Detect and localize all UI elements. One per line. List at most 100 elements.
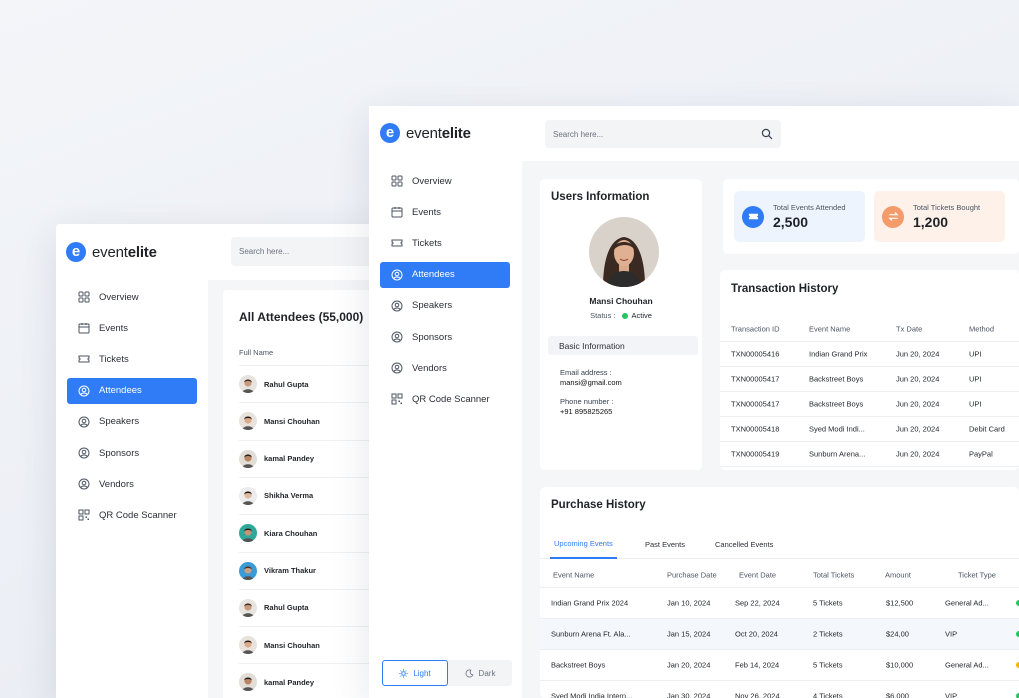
table-cell: Jan 30, 2024 [667, 691, 711, 698]
table-row[interactable]: Syed Modi India Intern... Jan 30, 2024 Nov… [540, 681, 1019, 698]
sidebar-item-overview[interactable]: Overview [380, 168, 510, 194]
column-header[interactable]: Transaction ID [731, 324, 780, 333]
sidebar-item-label: QR Code Scanner [412, 393, 490, 405]
table-cell: UPI [969, 399, 982, 409]
attendee-name: Shikha Verma [264, 491, 314, 501]
sidebar-item-vendors[interactable]: Vendors [380, 355, 510, 381]
table-cell: $10,000 [886, 660, 914, 670]
moon-icon [465, 668, 474, 677]
search-input[interactable]: Search here... [545, 120, 781, 148]
sidebar-item-sponsors[interactable]: Sponsors [380, 324, 510, 350]
user-icon [391, 269, 403, 281]
sidebar-item-label: Vendors [412, 362, 447, 374]
user-avatar [589, 217, 659, 287]
table-row[interactable]: TXN00005419 Sunburn Arena... Jun 20, 2024 P… [720, 442, 1019, 467]
search-icon[interactable] [761, 128, 773, 140]
sidebar-item-attendees[interactable]: Attendees [67, 377, 197, 404]
table-cell: UPI [969, 374, 982, 384]
column-header[interactable]: Amount [885, 570, 911, 579]
attendees-title: All Attendees (55,000) [239, 310, 364, 324]
table-row[interactable]: TXN00005418 Syed Modi Indi... Jun 20, 2024… [720, 417, 1019, 442]
table-row[interactable]: Indian Grand Prix 2024 Jan 10, 2024 Sep 22… [540, 588, 1019, 619]
sidebar-item-label: Sponsors [99, 447, 140, 459]
sidebar-item-attendees[interactable]: Attendees [380, 261, 510, 288]
theme-light-button[interactable]: Light [382, 660, 448, 686]
sidebar-item-sponsors[interactable]: Sponsors [67, 440, 197, 466]
column-header[interactable]: Event Name [553, 570, 594, 579]
status-dot [621, 312, 628, 319]
table-row[interactable]: Sunburn Arena Ft. Ala... Jan 15, 2024 Oct … [540, 619, 1019, 650]
attendee-name: Rahul Gupta [264, 603, 309, 613]
table-row[interactable]: TXN00005417 Backstreet Boys Jun 20, 2024 UP… [720, 392, 1019, 417]
table-cell: Indian Grand Prix 2024 [551, 598, 629, 608]
tab-upcoming-events[interactable]: Upcoming Events [550, 530, 617, 559]
table-cell: Indian Grand Prix [809, 349, 868, 359]
user-info-title: Users Information [551, 191, 650, 203]
table-row[interactable]: TXN00005416 Indian Grand Prix Jun 20, 2024… [720, 342, 1019, 367]
logo[interactable]: e eventelite [380, 123, 471, 143]
purchase-history-title: Purchase History [551, 499, 646, 511]
sidebar-item-qr-code-scanner[interactable]: QR Code Scanner [67, 502, 197, 528]
sidebar-item-tickets[interactable]: Tickets [380, 230, 510, 256]
table-cell: Syed Modi Indi... [809, 424, 865, 434]
ticket-icon [742, 205, 764, 228]
theme-light-label: Light [413, 668, 431, 678]
table-cell: TXN00005419 [731, 449, 780, 459]
column-header[interactable]: Tx Date [896, 324, 922, 333]
stat-tickets-bought: Total Tickets Bought 1,200 [874, 191, 1005, 242]
sidebar-item-tickets[interactable]: Tickets [67, 346, 197, 372]
table-cell: Sunburn Arena Ft. Ala... [551, 629, 631, 639]
table-cell: Jun 20, 2024 [896, 349, 940, 359]
sidebar-item-vendors[interactable]: Vendors [67, 471, 197, 497]
transaction-history-card: Transaction History Transaction ID Event … [720, 270, 1019, 470]
sidebar-item-label: QR Code Scanner [99, 509, 177, 521]
tab-past-events[interactable]: Past Events [645, 530, 685, 559]
foreground-window: e eventelite Search here... Light Dark O… [369, 106, 1019, 698]
user-status: Status : Active [540, 311, 702, 320]
column-header[interactable]: Ticket Type [958, 570, 996, 579]
column-header[interactable]: Event Date [739, 570, 776, 579]
status-label: Status : [590, 311, 616, 320]
table-cell: General Ad... [945, 660, 989, 670]
purchase-tabs: Upcoming Events Past Events Cancelled Even… [540, 530, 1019, 559]
status-badge: Active [621, 311, 652, 320]
table-cell: Debit Card [969, 424, 1005, 434]
theme-dark-button[interactable]: Dark [448, 660, 512, 686]
stats-card: Total Events Attended 2,500 Total Ticket… [723, 179, 1019, 254]
column-header[interactable]: Total Tickets [813, 570, 854, 579]
purchase-table-header: Event Name Purchase Date Event Date Total T… [540, 562, 1019, 588]
column-header[interactable]: Method [969, 324, 994, 333]
tab-cancelled-events[interactable]: Cancelled Events [715, 530, 773, 559]
sidebar-item-events[interactable]: Events [67, 315, 197, 341]
theme-toggle[interactable]: Light Dark [382, 660, 512, 686]
logo-mark: e [380, 123, 400, 143]
basic-info-header[interactable]: Basic Information [548, 336, 698, 355]
logo-text: eventelite [92, 243, 157, 261]
table-row[interactable]: Backstreet Boys Jan 20, 2024 Feb 14, 2024 5… [540, 650, 1019, 681]
user-icon [78, 478, 90, 490]
table-row[interactable]: TXN00005417 Backstreet Boys Jun 20, 2024 UP… [720, 367, 1019, 392]
avatar [239, 524, 257, 543]
search-input[interactable]: Search here... [231, 237, 391, 266]
table-cell: 4 Tickets [813, 691, 843, 698]
sidebar-item-qr-code-scanner[interactable]: QR Code Scanner [380, 386, 510, 412]
column-header[interactable]: Event Name [809, 324, 850, 333]
table-cell: Sep 22, 2024 [735, 598, 780, 608]
sidebar-item-label: Overview [412, 175, 452, 187]
purchase-history-card: Purchase History Upcoming Events Past Eve… [540, 487, 1019, 698]
attendee-name: Kiara Chouhan [264, 528, 318, 538]
calendar-icon [78, 322, 90, 334]
stat-value: 1,200 [913, 214, 949, 230]
sidebar-item-speakers[interactable]: Speakers [380, 293, 510, 319]
sidebar-item-events[interactable]: Events [380, 199, 510, 225]
sidebar-item-overview[interactable]: Overview [67, 284, 197, 310]
column-header[interactable]: Purchase Date [667, 570, 717, 579]
table-cell: Jan 20, 2024 [667, 660, 711, 670]
table-cell: 5 Tickets [813, 598, 843, 608]
stat-events-attended: Total Events Attended 2,500 [734, 191, 865, 242]
phone-label: Phone number : [560, 397, 614, 406]
table-cell: Jun 20, 2024 [896, 374, 940, 384]
column-header-full-name[interactable]: Full Name [239, 348, 273, 357]
logo[interactable]: e eventelite [66, 242, 157, 262]
sidebar-item-speakers[interactable]: Speakers [67, 409, 197, 435]
